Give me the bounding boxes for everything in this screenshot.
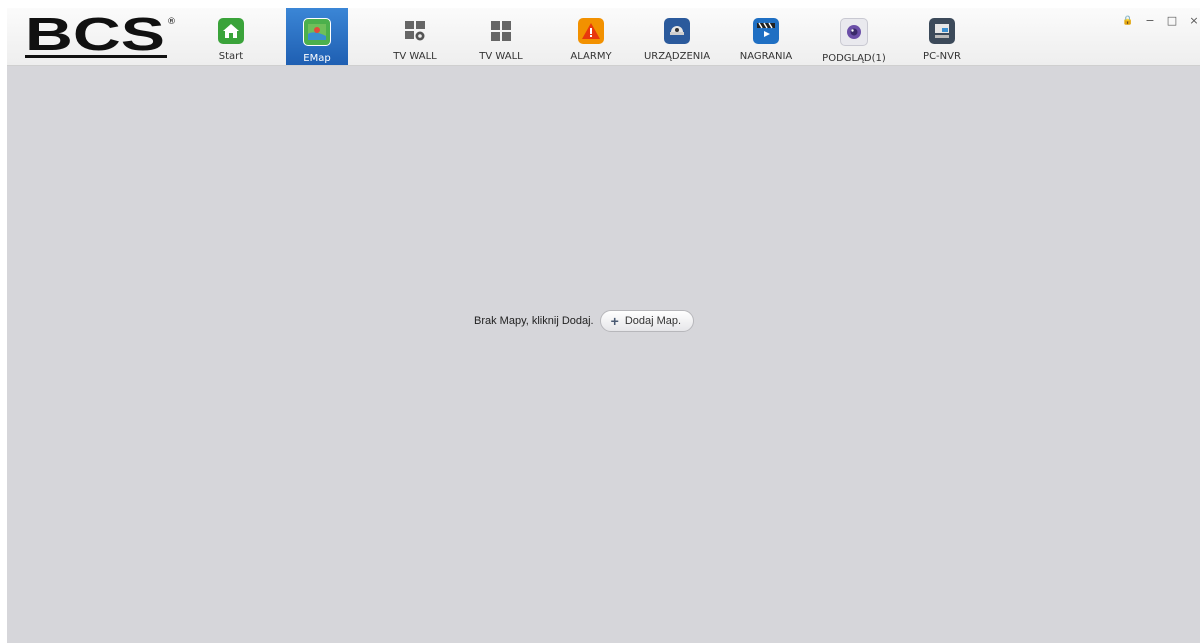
close-icon[interactable]: × bbox=[1188, 14, 1200, 27]
plus-icon: + bbox=[610, 313, 619, 329]
tab-label: PC-NVR bbox=[923, 51, 961, 62]
tv-wall-settings-icon bbox=[402, 18, 428, 44]
tab-label: PODGLĄD(1) bbox=[822, 53, 886, 64]
add-map-button-label: Dodaj Map. bbox=[624, 315, 682, 327]
empty-map-panel: Brak Mapy, kliknij Dodaj. + Dodaj Map. bbox=[474, 310, 695, 332]
tab-label: Start bbox=[218, 51, 244, 62]
tab-label: TV WALL bbox=[393, 51, 437, 62]
window-controls: 🔒 − □ × bbox=[1122, 14, 1200, 27]
tab-tv-wall[interactable]: TV WALL bbox=[471, 8, 531, 65]
tab-label: NAGRANIA bbox=[739, 51, 793, 62]
minimize-icon[interactable]: − bbox=[1144, 14, 1156, 27]
preview-lens-icon bbox=[840, 18, 868, 46]
tab-podglad[interactable]: PODGLĄD(1) bbox=[815, 8, 893, 65]
svg-text:®: ® bbox=[167, 17, 175, 27]
tab-label: EMap bbox=[303, 53, 331, 64]
tab-tv-wall-settings[interactable]: TV WALL bbox=[385, 8, 445, 65]
tab-label: URZĄDZENIA bbox=[643, 51, 711, 62]
tab-pc-nvr[interactable]: PC-NVR bbox=[915, 8, 969, 65]
device-camera-icon bbox=[664, 18, 690, 44]
empty-map-message: Brak Mapy, kliknij Dodaj. bbox=[474, 315, 594, 327]
map-icon bbox=[303, 18, 331, 46]
tab-nagrania[interactable]: NAGRANIA bbox=[733, 8, 799, 65]
maximize-icon[interactable]: □ bbox=[1166, 14, 1178, 27]
app-window: BCS ® Start EMap TV WALL TV WALL ALARMY … bbox=[7, 8, 1200, 643]
tab-emap[interactable]: EMap bbox=[286, 8, 348, 65]
tab-label: ALARMY bbox=[570, 51, 612, 62]
recording-clapper-icon bbox=[753, 18, 779, 44]
tab-urzadzenia[interactable]: URZĄDZENIA bbox=[639, 8, 715, 65]
tab-start[interactable]: Start bbox=[206, 8, 256, 65]
lock-icon[interactable]: 🔒 bbox=[1122, 16, 1134, 26]
alarm-warning-icon bbox=[578, 18, 604, 44]
top-toolbar: BCS ® Start EMap TV WALL TV WALL ALARMY … bbox=[7, 8, 1200, 66]
tab-label: TV WALL bbox=[479, 51, 523, 62]
tab-alarmy[interactable]: ALARMY bbox=[563, 8, 619, 65]
home-icon bbox=[218, 18, 244, 44]
add-map-button[interactable]: + Dodaj Map. bbox=[599, 310, 695, 332]
bcs-logo: BCS ® bbox=[25, 12, 175, 60]
tv-wall-icon bbox=[488, 18, 514, 44]
pc-nvr-icon bbox=[929, 18, 955, 44]
svg-text:BCS: BCS bbox=[25, 12, 165, 60]
